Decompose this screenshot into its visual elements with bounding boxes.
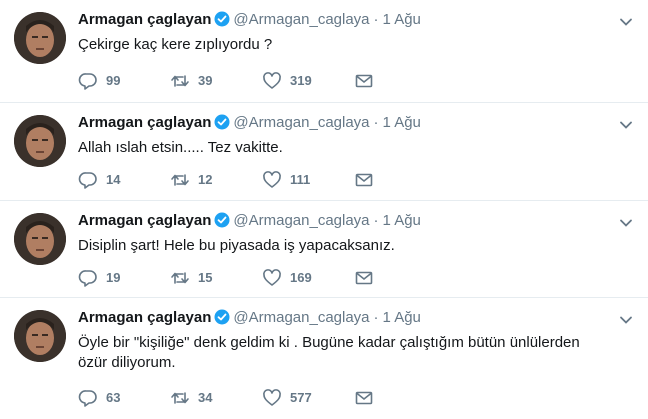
verified-badge-icon (214, 212, 230, 228)
avatar[interactable] (14, 213, 66, 265)
display-name[interactable]: Armagan çaglayan (78, 114, 211, 131)
retweet-count: 39 (198, 73, 213, 88)
avatar[interactable] (14, 310, 66, 362)
separator-dot: · (373, 114, 379, 131)
reply-count: 63 (106, 390, 121, 405)
tweet-card[interactable]: Armagan çaglayan @Armagan_caglaya · 1 Ağu Ö… (0, 298, 648, 419)
verified-badge-icon (214, 114, 230, 130)
tweet-actions: 14 12 111 (78, 170, 446, 190)
reply-button[interactable]: 63 (78, 388, 170, 408)
verified-badge-icon (214, 11, 230, 27)
display-name[interactable]: Armagan çaglayan (78, 309, 211, 326)
reply-count: 19 (106, 270, 121, 285)
tweet-card[interactable]: Armagan çaglayan @Armagan_caglaya · 1 Ağu Ç… (0, 0, 648, 103)
timestamp[interactable]: 1 Ağu (383, 11, 421, 28)
like-count: 577 (290, 390, 312, 405)
tweet-text: Disiplin şart! Hele bu piyasada iş yapac… (78, 237, 395, 254)
retweet-icon (171, 75, 189, 87)
tweet-text: Çekirge kaç kere zıplıyordu ? (78, 36, 273, 53)
envelope-icon (355, 74, 373, 88)
timestamp[interactable]: 1 Ağu (383, 114, 421, 131)
direct-message-button[interactable] (354, 71, 446, 91)
avatar[interactable] (14, 12, 66, 64)
retweet-count: 12 (198, 172, 213, 187)
heart-icon (263, 269, 281, 286)
like-count: 319 (290, 73, 312, 88)
separator-dot: · (373, 212, 379, 229)
avatar[interactable] (14, 115, 66, 167)
tweet-text: Öyle bir "kişiliğe" denk geldim ki . Bug… (78, 334, 580, 371)
tweet-card[interactable]: Armagan çaglayan @Armagan_caglaya · 1 Ağu D… (0, 201, 648, 298)
retweet-button[interactable]: 34 (170, 388, 262, 408)
envelope-icon (355, 271, 373, 285)
chevron-down-icon[interactable] (618, 117, 634, 133)
envelope-icon (355, 391, 373, 405)
like-button[interactable]: 169 (262, 268, 354, 288)
timestamp[interactable]: 1 Ağu (383, 309, 421, 326)
user-handle[interactable]: @Armagan_caglaya (233, 114, 369, 131)
tweet-actions: 63 34 577 (78, 388, 446, 408)
retweet-count: 15 (198, 270, 213, 285)
verified-badge-icon (214, 309, 230, 325)
user-handle[interactable]: @Armagan_caglaya (233, 11, 369, 28)
user-handle[interactable]: @Armagan_caglaya (233, 212, 369, 229)
direct-message-button[interactable] (354, 268, 446, 288)
chevron-down-icon[interactable] (618, 215, 634, 231)
retweet-icon (171, 272, 189, 284)
retweet-count: 34 (198, 390, 213, 405)
tweet-actions: 99 39 319 (78, 71, 446, 91)
reply-icon (78, 73, 97, 90)
timestamp[interactable]: 1 Ağu (383, 212, 421, 229)
envelope-icon (355, 173, 373, 187)
like-button[interactable]: 111 (262, 170, 354, 190)
reply-icon (78, 172, 97, 189)
reply-button[interactable]: 99 (78, 71, 170, 91)
display-name[interactable]: Armagan çaglayan (78, 11, 211, 28)
like-button[interactable]: 319 (262, 71, 354, 91)
retweet-icon (171, 174, 189, 186)
retweet-icon (171, 392, 189, 404)
heart-icon (263, 171, 281, 188)
like-button[interactable]: 577 (262, 388, 354, 408)
retweet-button[interactable]: 39 (170, 71, 262, 91)
reply-count: 99 (106, 73, 121, 88)
separator-dot: · (373, 309, 379, 326)
chevron-down-icon[interactable] (618, 14, 634, 30)
like-count: 169 (290, 270, 312, 285)
direct-message-button[interactable] (354, 388, 446, 408)
reply-icon (78, 390, 97, 407)
tweet-card[interactable]: Armagan çaglayan @Armagan_caglaya · 1 Ağu A… (0, 103, 648, 201)
reply-button[interactable]: 14 (78, 170, 170, 190)
user-handle[interactable]: @Armagan_caglaya (233, 309, 369, 326)
separator-dot: · (373, 11, 379, 28)
direct-message-button[interactable] (354, 170, 446, 190)
retweet-button[interactable]: 12 (170, 170, 262, 190)
reply-button[interactable]: 19 (78, 268, 170, 288)
reply-count: 14 (106, 172, 121, 187)
heart-icon (263, 389, 281, 406)
tweet-feed: Armagan çaglayan @Armagan_caglaya · 1 Ağu Ç… (0, 0, 648, 419)
display-name[interactable]: Armagan çaglayan (78, 212, 211, 229)
like-count: 111 (290, 172, 311, 187)
reply-icon (78, 270, 97, 287)
tweet-text: Allah ıslah etsin..... Tez vakitte. (78, 139, 283, 156)
retweet-button[interactable]: 15 (170, 268, 262, 288)
heart-icon (263, 72, 281, 89)
tweet-actions: 19 15 169 (78, 268, 446, 288)
chevron-down-icon[interactable] (618, 312, 634, 328)
